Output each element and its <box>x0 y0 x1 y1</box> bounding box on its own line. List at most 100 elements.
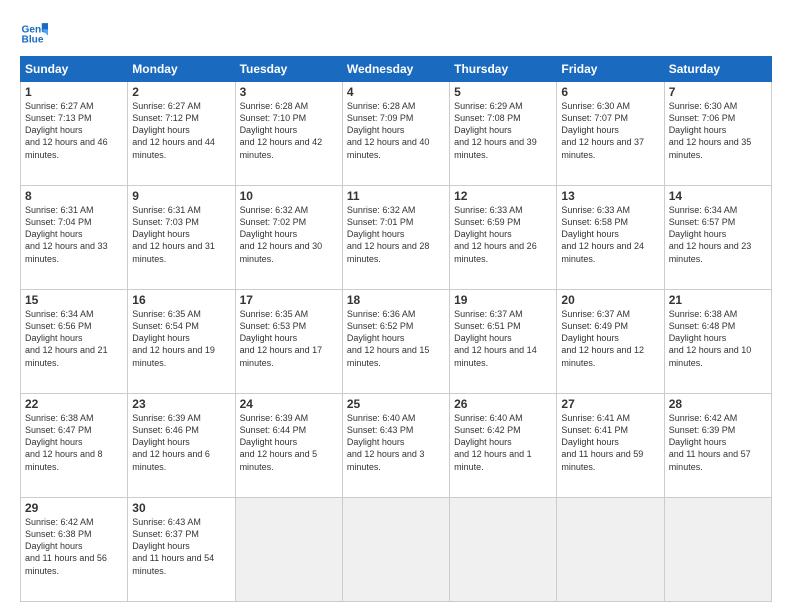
day-detail: Sunrise: 6:29 AM Sunset: 7:08 PM Dayligh… <box>454 100 552 161</box>
day-detail: Sunrise: 6:38 AM Sunset: 6:48 PM Dayligh… <box>669 308 767 369</box>
day-number: 26 <box>454 397 552 411</box>
day-number: 18 <box>347 293 445 307</box>
day-detail: Sunrise: 6:28 AM Sunset: 7:09 PM Dayligh… <box>347 100 445 161</box>
table-row <box>664 498 771 602</box>
day-detail: Sunrise: 6:32 AM Sunset: 7:02 PM Dayligh… <box>240 204 338 265</box>
table-row: 1 Sunrise: 6:27 AM Sunset: 7:13 PM Dayli… <box>21 82 128 186</box>
day-number: 7 <box>669 85 767 99</box>
calendar-week-row: 8 Sunrise: 6:31 AM Sunset: 7:04 PM Dayli… <box>21 186 772 290</box>
table-row: 25 Sunrise: 6:40 AM Sunset: 6:43 PM Dayl… <box>342 394 449 498</box>
day-number: 28 <box>669 397 767 411</box>
table-row: 15 Sunrise: 6:34 AM Sunset: 6:56 PM Dayl… <box>21 290 128 394</box>
day-detail: Sunrise: 6:40 AM Sunset: 6:42 PM Dayligh… <box>454 412 552 473</box>
calendar-week-row: 1 Sunrise: 6:27 AM Sunset: 7:13 PM Dayli… <box>21 82 772 186</box>
day-number: 23 <box>132 397 230 411</box>
table-row: 13 Sunrise: 6:33 AM Sunset: 6:58 PM Dayl… <box>557 186 664 290</box>
day-detail: Sunrise: 6:37 AM Sunset: 6:51 PM Dayligh… <box>454 308 552 369</box>
table-row <box>342 498 449 602</box>
day-number: 3 <box>240 85 338 99</box>
table-row: 4 Sunrise: 6:28 AM Sunset: 7:09 PM Dayli… <box>342 82 449 186</box>
day-detail: Sunrise: 6:27 AM Sunset: 7:12 PM Dayligh… <box>132 100 230 161</box>
table-row <box>235 498 342 602</box>
day-number: 5 <box>454 85 552 99</box>
day-detail: Sunrise: 6:39 AM Sunset: 6:46 PM Dayligh… <box>132 412 230 473</box>
table-row: 10 Sunrise: 6:32 AM Sunset: 7:02 PM Dayl… <box>235 186 342 290</box>
col-thursday: Thursday <box>450 57 557 82</box>
day-number: 13 <box>561 189 659 203</box>
table-row: 9 Sunrise: 6:31 AM Sunset: 7:03 PM Dayli… <box>128 186 235 290</box>
table-row: 26 Sunrise: 6:40 AM Sunset: 6:42 PM Dayl… <box>450 394 557 498</box>
table-row: 20 Sunrise: 6:37 AM Sunset: 6:49 PM Dayl… <box>557 290 664 394</box>
day-number: 25 <box>347 397 445 411</box>
day-detail: Sunrise: 6:31 AM Sunset: 7:04 PM Dayligh… <box>25 204 123 265</box>
day-detail: Sunrise: 6:41 AM Sunset: 6:41 PM Dayligh… <box>561 412 659 473</box>
day-number: 19 <box>454 293 552 307</box>
day-number: 11 <box>347 189 445 203</box>
col-monday: Monday <box>128 57 235 82</box>
table-row: 3 Sunrise: 6:28 AM Sunset: 7:10 PM Dayli… <box>235 82 342 186</box>
day-detail: Sunrise: 6:39 AM Sunset: 6:44 PM Dayligh… <box>240 412 338 473</box>
calendar-week-row: 22 Sunrise: 6:38 AM Sunset: 6:47 PM Dayl… <box>21 394 772 498</box>
day-detail: Sunrise: 6:36 AM Sunset: 6:52 PM Dayligh… <box>347 308 445 369</box>
svg-text:Blue: Blue <box>22 35 44 46</box>
day-detail: Sunrise: 6:43 AM Sunset: 6:37 PM Dayligh… <box>132 516 230 577</box>
day-number: 17 <box>240 293 338 307</box>
day-number: 16 <box>132 293 230 307</box>
table-row <box>557 498 664 602</box>
table-row: 8 Sunrise: 6:31 AM Sunset: 7:04 PM Dayli… <box>21 186 128 290</box>
day-number: 20 <box>561 293 659 307</box>
day-detail: Sunrise: 6:37 AM Sunset: 6:49 PM Dayligh… <box>561 308 659 369</box>
day-number: 14 <box>669 189 767 203</box>
day-detail: Sunrise: 6:38 AM Sunset: 6:47 PM Dayligh… <box>25 412 123 473</box>
table-row: 14 Sunrise: 6:34 AM Sunset: 6:57 PM Dayl… <box>664 186 771 290</box>
day-detail: Sunrise: 6:35 AM Sunset: 6:53 PM Dayligh… <box>240 308 338 369</box>
day-number: 6 <box>561 85 659 99</box>
day-number: 4 <box>347 85 445 99</box>
day-detail: Sunrise: 6:35 AM Sunset: 6:54 PM Dayligh… <box>132 308 230 369</box>
day-number: 15 <box>25 293 123 307</box>
day-detail: Sunrise: 6:42 AM Sunset: 6:39 PM Dayligh… <box>669 412 767 473</box>
table-row: 2 Sunrise: 6:27 AM Sunset: 7:12 PM Dayli… <box>128 82 235 186</box>
calendar-week-row: 15 Sunrise: 6:34 AM Sunset: 6:56 PM Dayl… <box>21 290 772 394</box>
day-number: 12 <box>454 189 552 203</box>
table-row: 11 Sunrise: 6:32 AM Sunset: 7:01 PM Dayl… <box>342 186 449 290</box>
table-row: 16 Sunrise: 6:35 AM Sunset: 6:54 PM Dayl… <box>128 290 235 394</box>
table-row: 30 Sunrise: 6:43 AM Sunset: 6:37 PM Dayl… <box>128 498 235 602</box>
table-row: 27 Sunrise: 6:41 AM Sunset: 6:41 PM Dayl… <box>557 394 664 498</box>
table-row: 18 Sunrise: 6:36 AM Sunset: 6:52 PM Dayl… <box>342 290 449 394</box>
day-detail: Sunrise: 6:33 AM Sunset: 6:59 PM Dayligh… <box>454 204 552 265</box>
day-number: 9 <box>132 189 230 203</box>
day-number: 30 <box>132 501 230 515</box>
col-wednesday: Wednesday <box>342 57 449 82</box>
table-row: 24 Sunrise: 6:39 AM Sunset: 6:44 PM Dayl… <box>235 394 342 498</box>
header: General Blue <box>20 16 772 48</box>
table-row: 7 Sunrise: 6:30 AM Sunset: 7:06 PM Dayli… <box>664 82 771 186</box>
day-number: 8 <box>25 189 123 203</box>
day-detail: Sunrise: 6:32 AM Sunset: 7:01 PM Dayligh… <box>347 204 445 265</box>
col-friday: Friday <box>557 57 664 82</box>
logo-icon: General Blue <box>20 20 48 48</box>
day-detail: Sunrise: 6:40 AM Sunset: 6:43 PM Dayligh… <box>347 412 445 473</box>
table-row: 23 Sunrise: 6:39 AM Sunset: 6:46 PM Dayl… <box>128 394 235 498</box>
day-number: 29 <box>25 501 123 515</box>
day-number: 24 <box>240 397 338 411</box>
table-row: 29 Sunrise: 6:42 AM Sunset: 6:38 PM Dayl… <box>21 498 128 602</box>
day-detail: Sunrise: 6:27 AM Sunset: 7:13 PM Dayligh… <box>25 100 123 161</box>
table-row: 12 Sunrise: 6:33 AM Sunset: 6:59 PM Dayl… <box>450 186 557 290</box>
day-detail: Sunrise: 6:34 AM Sunset: 6:57 PM Dayligh… <box>669 204 767 265</box>
table-row: 21 Sunrise: 6:38 AM Sunset: 6:48 PM Dayl… <box>664 290 771 394</box>
day-detail: Sunrise: 6:34 AM Sunset: 6:56 PM Dayligh… <box>25 308 123 369</box>
day-number: 10 <box>240 189 338 203</box>
col-tuesday: Tuesday <box>235 57 342 82</box>
day-detail: Sunrise: 6:30 AM Sunset: 7:07 PM Dayligh… <box>561 100 659 161</box>
day-detail: Sunrise: 6:30 AM Sunset: 7:06 PM Dayligh… <box>669 100 767 161</box>
day-number: 27 <box>561 397 659 411</box>
calendar-week-row: 29 Sunrise: 6:42 AM Sunset: 6:38 PM Dayl… <box>21 498 772 602</box>
day-detail: Sunrise: 6:31 AM Sunset: 7:03 PM Dayligh… <box>132 204 230 265</box>
table-row: 17 Sunrise: 6:35 AM Sunset: 6:53 PM Dayl… <box>235 290 342 394</box>
table-row: 6 Sunrise: 6:30 AM Sunset: 7:07 PM Dayli… <box>557 82 664 186</box>
logo: General Blue <box>20 20 52 48</box>
table-row: 19 Sunrise: 6:37 AM Sunset: 6:51 PM Dayl… <box>450 290 557 394</box>
col-sunday: Sunday <box>21 57 128 82</box>
day-detail: Sunrise: 6:42 AM Sunset: 6:38 PM Dayligh… <box>25 516 123 577</box>
